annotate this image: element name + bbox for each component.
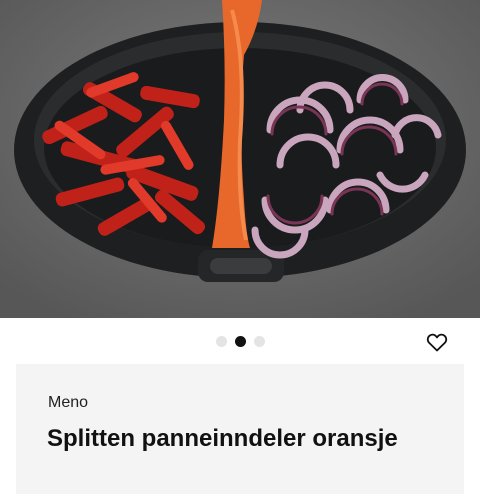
product-brand[interactable]: Meno — [48, 394, 88, 412]
heart-icon — [426, 333, 448, 352]
product-title: Splitten panneinndeler oransje — [47, 425, 398, 452]
gallery-dot-1[interactable] — [215, 336, 227, 347]
gallery-pagination — [0, 336, 480, 348]
gallery-dot-2-active[interactable] — [234, 336, 246, 347]
favorite-button[interactable] — [425, 330, 449, 354]
gallery-dot-3[interactable] — [253, 336, 265, 347]
pan-photo — [0, 0, 480, 318]
product-image[interactable] — [0, 0, 480, 318]
product-info-card: Meno Splitten panneinndeler oransje — [16, 364, 464, 494]
